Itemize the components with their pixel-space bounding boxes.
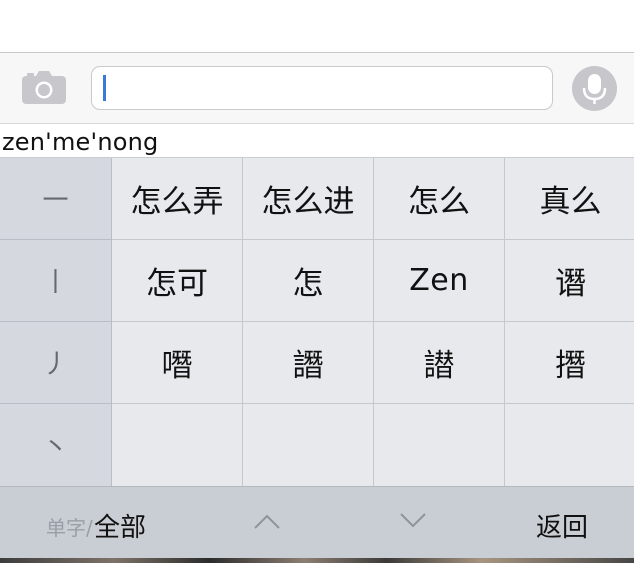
stroke-filter-column: 一 丨 丿 丶 xyxy=(0,158,112,486)
candidate-button-empty[interactable] xyxy=(505,404,634,486)
back-button[interactable]: 返回 xyxy=(536,507,588,544)
pinyin-composition: zen'me'nong xyxy=(2,128,159,156)
camera-icon[interactable] xyxy=(21,69,67,105)
message-input[interactable] xyxy=(91,66,553,110)
microphone-icon xyxy=(582,74,607,104)
microphone-button[interactable] xyxy=(572,66,617,111)
candidate-button-empty[interactable] xyxy=(112,404,243,486)
candidate-button[interactable]: 谮 xyxy=(505,240,634,322)
message-input-bar xyxy=(0,52,634,124)
candidate-button[interactable]: 真么 xyxy=(505,158,634,240)
background-photo-strip xyxy=(0,558,634,563)
candidate-button-empty[interactable] xyxy=(243,404,374,486)
stroke-filter-horizontal[interactable]: 一 xyxy=(0,158,111,240)
candidate-button[interactable]: 怎么 xyxy=(374,158,505,240)
candidate-button[interactable]: 怎么进 xyxy=(243,158,374,240)
candidate-button[interactable]: 譛 xyxy=(374,322,505,404)
candidate-button[interactable]: 怎 xyxy=(243,240,374,322)
candidate-button[interactable]: 怎么弄 xyxy=(112,158,243,240)
stroke-filter-dot[interactable]: 丶 xyxy=(0,404,111,486)
candidate-grid: 怎么弄 怎么进 怎么 真么 怎可 怎 Zen 谮 噆 譖 譛 撍 xyxy=(112,158,634,486)
candidate-button[interactable]: 噆 xyxy=(112,322,243,404)
text-caret xyxy=(103,75,106,101)
stroke-filter-vertical[interactable]: 丨 xyxy=(0,240,111,322)
candidate-button[interactable]: 譖 xyxy=(243,322,374,404)
candidate-toolbar: 单字/ 全部 返回 xyxy=(0,486,634,558)
top-blank-area xyxy=(0,0,634,52)
candidate-button[interactable]: 怎可 xyxy=(112,240,243,322)
stroke-filter-left-falling[interactable]: 丿 xyxy=(0,322,111,404)
single-character-mode[interactable]: 单字/ xyxy=(46,512,93,541)
candidate-panel: 一 丨 丿 丶 怎么弄 怎么进 怎么 真么 怎可 怎 Zen 谮 噆 譖 譛 撍 xyxy=(0,157,634,486)
candidate-button[interactable]: Zen xyxy=(374,240,505,322)
candidate-button-empty[interactable] xyxy=(374,404,505,486)
chevron-up-icon[interactable] xyxy=(252,511,282,531)
chevron-down-icon[interactable] xyxy=(398,511,428,531)
all-mode[interactable]: 全部 xyxy=(94,507,146,544)
candidate-button[interactable]: 撍 xyxy=(505,322,634,404)
